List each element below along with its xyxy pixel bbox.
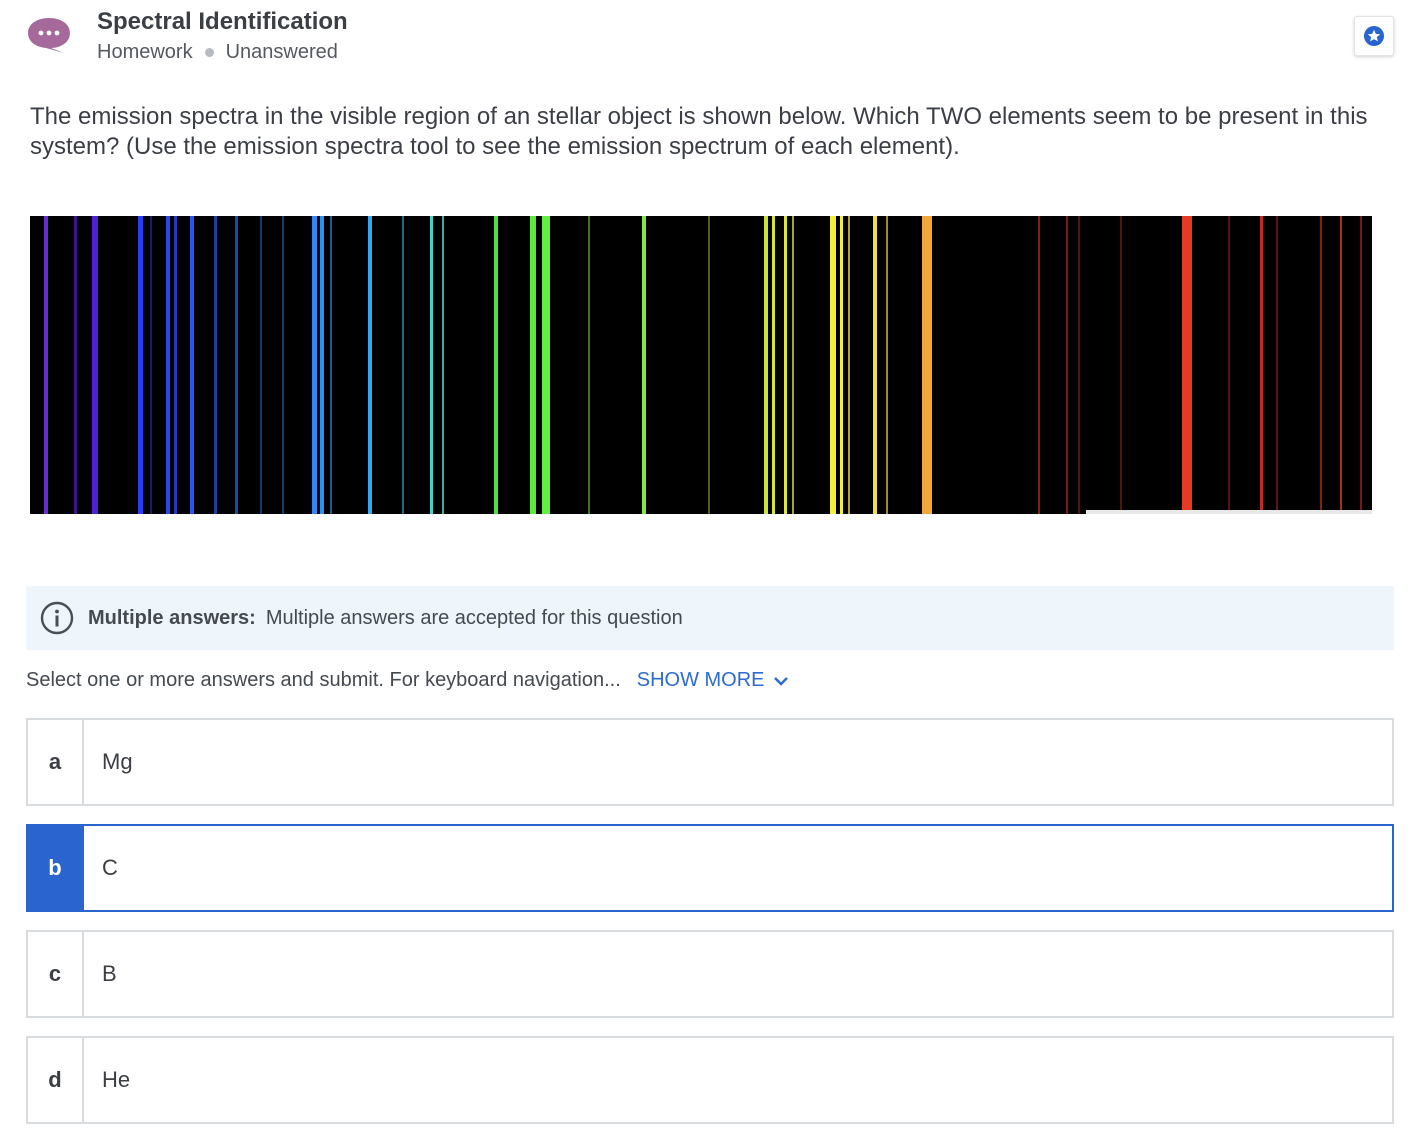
spectral-line xyxy=(1360,216,1362,514)
answer-letter: d xyxy=(28,1038,84,1122)
info-icon xyxy=(40,601,74,635)
spectral-line xyxy=(190,216,194,514)
spectral-line xyxy=(1260,216,1263,514)
spectral-line xyxy=(708,216,710,514)
answer-letter: c xyxy=(28,932,84,1016)
answer-label: He xyxy=(102,1067,131,1092)
spectral-line xyxy=(848,216,850,514)
instructions: Select one or more answers and submit. F… xyxy=(26,669,789,692)
spectral-line xyxy=(530,216,536,514)
spectral-line xyxy=(1038,216,1040,514)
answer-letter: a xyxy=(28,720,84,804)
star-icon xyxy=(1364,26,1384,46)
spectral-line xyxy=(830,216,836,514)
question-page: Spectral Identification Homework Unanswe… xyxy=(0,0,1426,1136)
show-more-button[interactable]: SHOW MORE xyxy=(637,669,789,692)
spectral-line xyxy=(235,216,238,514)
spectral-line xyxy=(772,216,775,514)
chat-bubble-icon xyxy=(28,18,70,53)
spectral-line xyxy=(784,216,787,514)
spectral-line xyxy=(74,216,77,514)
answer-option-d[interactable]: d He xyxy=(26,1036,1394,1124)
spectral-line xyxy=(150,216,152,514)
category-label: Homework xyxy=(97,41,193,63)
spectral-line xyxy=(312,216,317,514)
answer-option-b[interactable]: b C xyxy=(26,824,1394,912)
spectral-line xyxy=(282,216,284,514)
spectral-line xyxy=(1228,216,1230,514)
spectral-line xyxy=(642,216,646,514)
spectral-line xyxy=(1120,216,1122,514)
spectral-line xyxy=(214,216,217,514)
spectral-line xyxy=(873,216,877,514)
question-text: The emission spectra in the visible regi… xyxy=(30,103,1368,160)
page-title: Spectral Identification xyxy=(97,8,348,35)
spectral-line xyxy=(792,216,794,514)
spectral-line xyxy=(494,216,498,514)
answer-option-a[interactable]: a Mg xyxy=(26,718,1394,806)
emission-spectrum-image xyxy=(30,216,1372,514)
spectral-line xyxy=(330,216,332,514)
spectral-line xyxy=(92,216,98,514)
spectral-line xyxy=(764,216,768,514)
info-banner: Multiple answers: Multiple answers are a… xyxy=(26,586,1394,650)
spectral-line xyxy=(368,216,372,514)
spectral-line xyxy=(1078,216,1080,514)
spectral-line xyxy=(1066,216,1068,514)
spectral-line xyxy=(840,216,843,514)
answer-option-c[interactable]: c B xyxy=(26,930,1394,1018)
spectral-line xyxy=(320,216,324,514)
answer-label: B xyxy=(102,961,117,986)
spectral-line xyxy=(588,216,590,514)
chevron-down-icon xyxy=(773,676,788,686)
spectral-line xyxy=(1276,216,1278,514)
answer-letter: b xyxy=(28,826,84,910)
spectral-line xyxy=(886,216,888,514)
show-more-label: SHOW MORE xyxy=(636,669,765,691)
header: Spectral Identification Homework Unanswe… xyxy=(0,0,1426,80)
info-text: Multiple answers are accepted for this q… xyxy=(265,606,683,629)
spectral-line xyxy=(922,216,932,514)
spectral-line xyxy=(402,216,404,514)
spectral-line xyxy=(1182,216,1192,514)
spectral-line xyxy=(442,216,444,514)
spectral-line xyxy=(1320,216,1322,514)
spectral-line xyxy=(542,216,550,514)
spectral-line xyxy=(260,216,262,514)
info-label: Multiple answers: xyxy=(88,606,256,629)
spectral-line xyxy=(138,216,143,514)
image-artifact-bar xyxy=(1086,510,1372,514)
spectral-line xyxy=(166,216,170,514)
assignment-meta: Homework Unanswered xyxy=(97,41,338,64)
spectral-line xyxy=(174,216,177,514)
spectral-line xyxy=(44,216,48,514)
spectral-line xyxy=(430,216,433,514)
answer-label: C xyxy=(102,855,118,880)
separator-dot xyxy=(204,48,214,57)
spectral-line xyxy=(1340,216,1342,514)
answer-label: Mg xyxy=(102,749,133,774)
instructions-text: Select one or more answers and submit. F… xyxy=(26,669,621,691)
favorite-button[interactable] xyxy=(1354,16,1394,56)
status-label: Unanswered xyxy=(225,41,338,63)
